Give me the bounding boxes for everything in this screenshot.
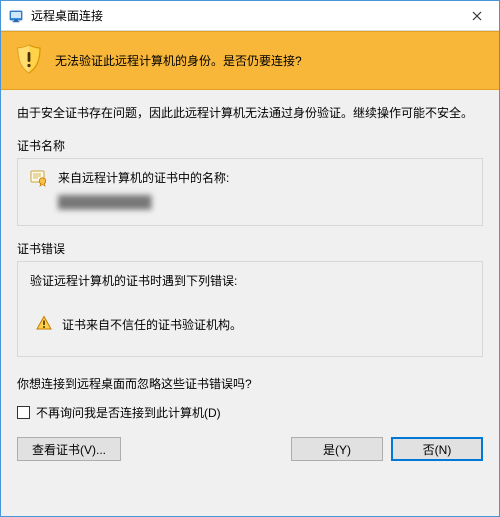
- window-title: 远程桌面连接: [31, 7, 454, 24]
- cert-error-box: 验证远程计算机的证书时遇到下列错误: 证书来自不信任的证书验证机构。: [17, 261, 483, 357]
- close-button[interactable]: [454, 1, 499, 31]
- cert-error-section-label: 证书错误: [17, 240, 483, 257]
- cert-error-description: 验证远程计算机的证书时遇到下列错误:: [30, 272, 470, 289]
- cert-name-value: ███████████: [58, 193, 229, 211]
- dialog-window: 远程桌面连接 无法验证此远程计算机的身份。是否仍要连接? 由于安全证书存在问题，…: [0, 0, 500, 517]
- cert-name-section-label: 证书名称: [17, 137, 483, 154]
- titlebar: 远程桌面连接: [1, 1, 499, 31]
- dont-ask-checkbox[interactable]: [17, 406, 30, 419]
- dialog-body: 由于安全证书存在问题，因此此远程计算机无法通过身份验证。继续操作可能不安全。 证…: [1, 90, 499, 516]
- description-text: 由于安全证书存在问题，因此此远程计算机无法通过身份验证。继续操作可能不安全。: [17, 104, 483, 123]
- view-certificate-button[interactable]: 查看证书(V)...: [17, 437, 121, 461]
- app-icon: [9, 8, 25, 24]
- cert-name-box: 来自远程计算机的证书中的名称: ███████████: [17, 158, 483, 226]
- shield-warning-icon: [15, 44, 43, 77]
- dont-ask-checkbox-row[interactable]: 不再询问我是否连接到此计算机(D): [17, 404, 483, 421]
- cert-name-text-block: 来自远程计算机的证书中的名称: ███████████: [58, 169, 229, 211]
- yes-button[interactable]: 是(Y): [291, 437, 383, 461]
- dont-ask-label: 不再询问我是否连接到此计算机(D): [36, 404, 221, 421]
- no-button[interactable]: 否(N): [391, 437, 483, 461]
- banner-text: 无法验证此远程计算机的身份。是否仍要连接?: [55, 52, 302, 70]
- confirm-question: 你想连接到远程桌面而忽略这些证书错误吗?: [17, 375, 483, 392]
- warning-triangle-icon: [36, 315, 52, 334]
- cert-name-label: 来自远程计算机的证书中的名称:: [58, 169, 229, 187]
- warning-banner: 无法验证此远程计算机的身份。是否仍要连接?: [1, 31, 499, 90]
- certificate-icon: [30, 169, 48, 190]
- cert-error-item-text: 证书来自不信任的证书验证机构。: [62, 316, 242, 333]
- button-row: 查看证书(V)... 是(Y) 否(N): [17, 437, 483, 461]
- cert-error-item: 证书来自不信任的证书验证机构。: [36, 315, 470, 334]
